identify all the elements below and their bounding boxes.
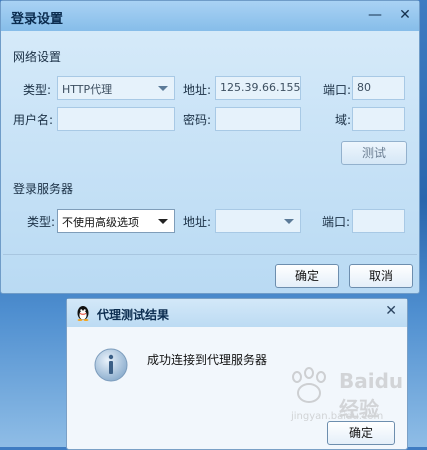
info-icon — [94, 348, 128, 382]
network-settings-heading: 网络设置 — [13, 50, 62, 64]
qq-penguin-icon — [77, 306, 89, 321]
proxy-address-value: 125.39.66.155 — [220, 81, 301, 94]
proxy-type-label: 类型: — [23, 83, 52, 97]
domain-input[interactable] — [352, 107, 405, 131]
proxy-port-value: 80 — [357, 81, 371, 94]
proxy-address-input[interactable]: 125.39.66.155 — [215, 76, 301, 100]
baidu-paw-icon — [292, 367, 326, 403]
window-title: 登录设置 — [11, 12, 64, 27]
username-input[interactable] — [57, 107, 175, 131]
domain-label: 域: — [335, 113, 352, 127]
button-divider — [3, 254, 417, 255]
dialog-close-button[interactable]: ✕ — [385, 303, 397, 319]
proxy-port-label: 端口: — [323, 83, 352, 97]
proxy-type-select[interactable]: HTTP代理 — [57, 76, 175, 100]
login-settings-window: 登录设置 — ✕ 网络设置 类型: HTTP代理 地址: 125.39.66.1… — [0, 0, 420, 294]
server-type-select[interactable]: 不使用高级选项 — [57, 209, 175, 233]
chevron-down-icon — [284, 219, 294, 224]
ok-button[interactable]: 确定 — [275, 264, 339, 288]
password-label: 密码: — [183, 113, 212, 127]
minimize-button[interactable]: — — [364, 5, 386, 25]
dialog-ok-button[interactable]: 确定 — [327, 421, 395, 445]
proxy-address-label: 地址: — [183, 83, 212, 97]
login-server-heading: 登录服务器 — [13, 182, 74, 196]
proxy-test-dialog: 代理测试结果 ✕ 成功连接到代理服务器 Baidu经验 jingyan.baid… — [66, 298, 408, 450]
dialog-title: 代理测试结果 — [97, 308, 170, 322]
baidu-watermark: Baidu经验 jingyan.baidu.com — [287, 367, 405, 427]
test-button[interactable]: 测试 — [341, 141, 407, 165]
username-label: 用户名: — [13, 113, 54, 127]
dialog-title-bar[interactable]: 代理测试结果 ✕ — [67, 299, 407, 327]
chevron-down-icon — [158, 219, 168, 224]
chevron-down-icon — [158, 86, 168, 91]
proxy-type-value: HTTP代理 — [62, 83, 113, 96]
password-input[interactable] — [215, 107, 301, 131]
title-bar[interactable]: 登录设置 — ✕ — [1, 1, 419, 31]
server-address-select[interactable] — [215, 209, 301, 233]
server-address-label: 地址: — [183, 215, 212, 229]
result-message: 成功连接到代理服务器 — [147, 353, 268, 367]
server-port-label: 端口: — [322, 215, 351, 229]
proxy-port-input[interactable]: 80 — [352, 76, 405, 100]
server-type-label: 类型: — [27, 215, 56, 229]
close-button[interactable]: ✕ — [394, 5, 416, 25]
server-type-value: 不使用高级选项 — [62, 216, 139, 229]
server-port-input[interactable] — [352, 209, 405, 233]
cancel-button[interactable]: 取消 — [349, 264, 413, 288]
